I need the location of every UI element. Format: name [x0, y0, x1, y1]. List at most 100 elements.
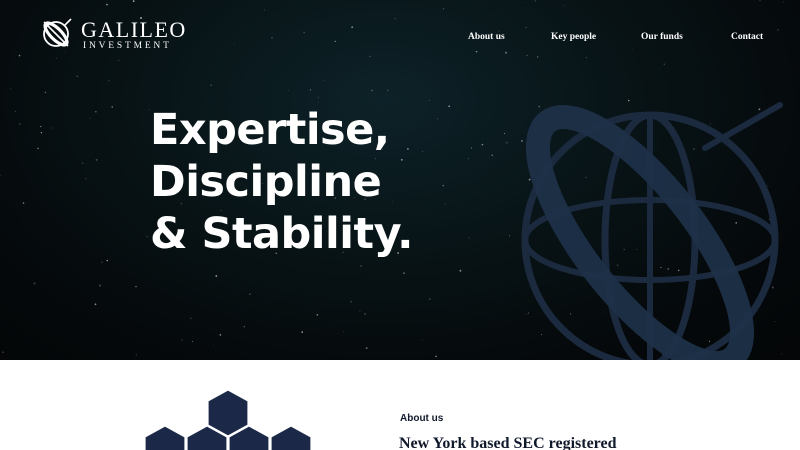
star — [443, 8, 445, 10]
star — [100, 261, 103, 264]
star — [428, 298, 431, 300]
star — [10, 87, 12, 89]
star — [317, 101, 319, 103]
hexagon-cluster-icon — [144, 389, 312, 450]
star — [118, 59, 120, 61]
star — [487, 137, 489, 139]
star — [215, 275, 218, 277]
star — [317, 96, 320, 99]
star — [95, 158, 98, 161]
star — [526, 54, 528, 57]
headline-line-2: Discipline — [150, 157, 382, 207]
nav-link-contact[interactable]: Contact — [731, 30, 763, 44]
star — [61, 316, 63, 318]
star — [422, 339, 423, 340]
star — [459, 269, 462, 272]
star — [403, 272, 405, 274]
star — [111, 106, 113, 108]
nav-link-key-people[interactable]: Key people — [551, 30, 596, 44]
star — [364, 313, 366, 315]
about-section: About us New York based SEC registered — [0, 360, 800, 450]
star — [18, 54, 21, 57]
main-nav: About us Key people Our funds Contact — [0, 30, 800, 44]
star — [365, 347, 368, 350]
star — [264, 9, 265, 11]
star — [94, 303, 97, 306]
star — [782, 1, 784, 3]
star — [190, 317, 192, 319]
nav-link-our-funds[interactable]: Our funds — [641, 30, 683, 44]
star — [2, 351, 4, 353]
star — [89, 117, 91, 119]
star — [563, 4, 564, 6]
about-section-title: New York based SEC registered — [399, 435, 617, 450]
star — [135, 285, 137, 288]
star — [33, 282, 36, 285]
star — [536, 56, 539, 58]
globe-orbit-icon — [521, 102, 783, 360]
star — [350, 301, 352, 303]
star — [85, 178, 87, 180]
star — [301, 331, 304, 333]
star — [435, 355, 437, 358]
star — [108, 79, 110, 82]
star — [210, 84, 213, 87]
star — [40, 126, 42, 128]
star — [316, 313, 319, 316]
star — [56, 57, 57, 59]
star — [759, 0, 761, 2]
star — [428, 99, 431, 101]
hero-section: GALILEO INVESTMENT About us Key people O… — [0, 0, 800, 360]
star — [50, 127, 52, 129]
star — [135, 354, 137, 356]
star — [81, 162, 84, 165]
star — [343, 330, 345, 332]
star — [132, 0, 135, 2]
headline-line-1: Expertise, — [150, 105, 390, 155]
star — [19, 123, 21, 125]
star — [40, 132, 43, 134]
star — [534, 0, 536, 2]
star — [106, 259, 108, 262]
star — [146, 236, 148, 238]
star — [369, 55, 371, 58]
star — [22, 202, 25, 204]
star — [371, 89, 373, 92]
star — [99, 284, 102, 287]
star — [249, 293, 251, 295]
star — [351, 26, 354, 29]
star — [481, 143, 484, 146]
nav-link-about-us[interactable]: About us — [468, 30, 505, 44]
star — [523, 2, 524, 4]
star — [243, 326, 246, 328]
star — [505, 51, 508, 54]
star — [181, 339, 183, 341]
star — [663, 63, 665, 65]
star — [76, 75, 79, 78]
star — [394, 18, 396, 20]
star — [44, 91, 47, 94]
star — [323, 79, 325, 81]
star — [134, 13, 136, 14]
star — [14, 110, 17, 113]
star — [191, 341, 193, 342]
star — [387, 89, 389, 91]
star — [0, 174, 1, 177]
star — [37, 147, 39, 150]
star — [631, 48, 633, 50]
star — [213, 344, 214, 345]
star — [309, 89, 312, 91]
star — [95, 111, 97, 113]
star — [475, 50, 478, 53]
star — [219, 334, 222, 336]
star — [585, 57, 587, 59]
hero-headline: Expertise, Discipline & Stability. — [150, 104, 480, 260]
headline-line-3: & Stability. — [150, 209, 413, 259]
about-section-label: About us — [400, 413, 444, 424]
star — [106, 3, 108, 6]
star — [360, 265, 362, 267]
star — [234, 44, 235, 45]
star — [525, 26, 527, 29]
star — [287, 89, 289, 91]
star — [359, 310, 361, 312]
